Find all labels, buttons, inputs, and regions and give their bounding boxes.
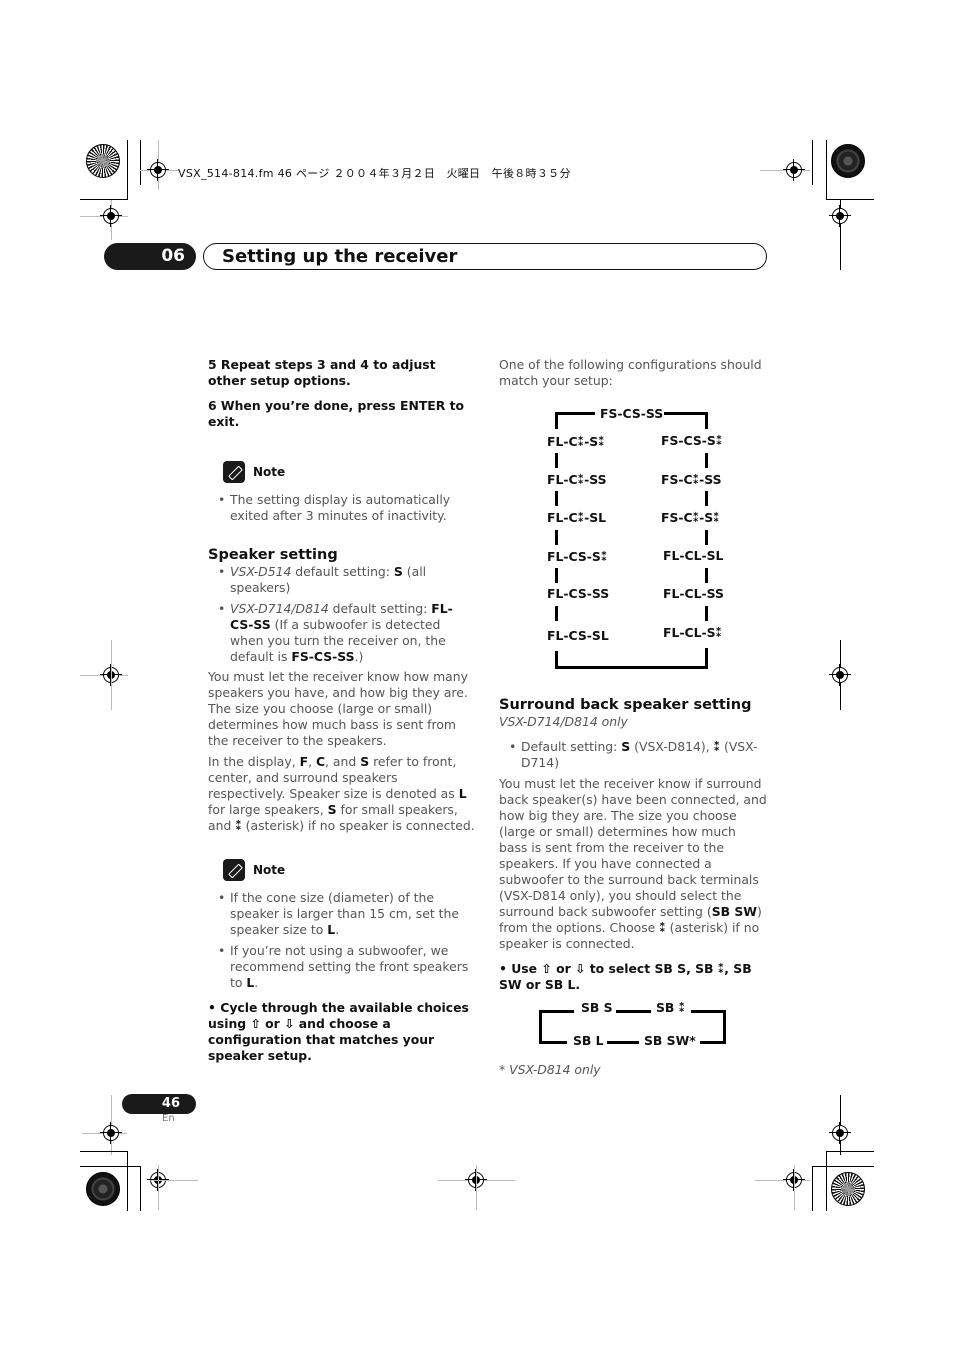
cycle-instruction: • Cycle through the available choices us… xyxy=(208,1000,469,1063)
surround-back-default: Default setting: S (VSX-D814), ⁑ (VSX-D7… xyxy=(499,739,767,771)
diagram-connector xyxy=(555,530,558,545)
footnote: * VSX-D814 only xyxy=(499,1062,601,1077)
speaker-setting-heading: Speaker setting xyxy=(208,547,338,563)
note-label: Note xyxy=(253,465,286,479)
diagram-connector xyxy=(705,491,708,506)
step-5: 5 Repeat steps 3 and 4 to adjust other s… xyxy=(208,357,436,388)
config-right-item: FL-CL-S⁑ xyxy=(663,625,723,640)
diagram-connector xyxy=(705,530,708,545)
config-right-item: FS-C⁑-S⁑ xyxy=(661,510,720,525)
sb-option: SB L xyxy=(573,1033,604,1048)
diagram-connector xyxy=(691,1010,726,1013)
note-heading: Note xyxy=(223,461,476,483)
left-column: 5 Repeat steps 3 and 4 to adjust other s… xyxy=(208,357,476,1064)
speaker-setting-paragraph: You must let the receiver know how many … xyxy=(208,669,468,748)
registration-mark xyxy=(147,159,169,181)
surround-back-section: Surround back speaker setting VSX-D714/D… xyxy=(499,696,767,993)
page-language: En xyxy=(162,1113,175,1124)
diagram-connector xyxy=(705,606,708,621)
print-header: VSX_514-814.fm 46 ページ ２００４年３月２日 火曜日 午後８時… xyxy=(178,167,571,180)
diagram-connector xyxy=(723,1010,726,1044)
diagram-connector xyxy=(555,412,595,415)
registration-wheel-bottom-right xyxy=(831,1172,865,1206)
page-number: 46 xyxy=(122,1094,196,1114)
config-left-item: FL-CS-SL xyxy=(547,628,609,643)
pencil-note-icon xyxy=(223,461,245,483)
config-right-item: FL-CL-SL xyxy=(663,548,724,563)
diagram-connector xyxy=(555,568,558,583)
diagram-connector xyxy=(555,491,558,506)
diagram-connector xyxy=(705,453,708,468)
pencil-note-icon xyxy=(223,859,245,881)
diagram-connector xyxy=(555,606,558,621)
sb-option: SB S xyxy=(581,1000,613,1015)
surround-back-paragraph: You must let the receiver know if surrou… xyxy=(499,776,767,951)
surround-back-subtitle: VSX-D714/D814 only xyxy=(499,714,628,729)
diagram-connector xyxy=(664,412,708,415)
registration-mark xyxy=(100,205,122,227)
diagram-connector xyxy=(539,1010,542,1044)
diagram-connector xyxy=(607,1041,639,1044)
registration-mark xyxy=(829,664,851,686)
config-top: FS-CS-SS xyxy=(600,406,664,421)
default-setting-d514: VSX-D514 default setting: S (all speaker… xyxy=(208,564,476,596)
diagram-connector xyxy=(555,412,558,429)
config-right-item: FS-C⁑-SS xyxy=(661,472,722,487)
diagram-connector xyxy=(555,666,708,669)
note-item-subwoofer: If you’re not using a subwoofer, we reco… xyxy=(208,943,476,991)
registration-mark xyxy=(829,1122,851,1144)
default-setting-d714-d814: VSX-D714/D814 default setting: FL-CS-SS … xyxy=(208,601,476,665)
note-item-cone-size: If the cone size (diameter) of the speak… xyxy=(208,890,476,938)
config-left-item: FL-CS-SS xyxy=(547,586,610,601)
intro-text: One of the following configurations shou… xyxy=(499,357,762,388)
config-left-item: FL-C⁑-SS xyxy=(547,472,607,487)
config-right-item: FL-CL-SS xyxy=(663,586,724,601)
registration-mark xyxy=(783,159,805,181)
chapter-title: Setting up the receiver xyxy=(203,243,767,270)
registration-mark xyxy=(100,1122,122,1144)
step-6: 6 When you’re done, press ENTER to exit. xyxy=(208,398,465,429)
sb-option: SB ⁑ xyxy=(656,1000,686,1015)
diagram-connector xyxy=(539,1041,567,1044)
registration-wheel-top-right xyxy=(831,144,865,178)
diagram-connector xyxy=(616,1010,651,1013)
note-heading-2: Note xyxy=(223,859,476,881)
surround-back-heading: Surround back speaker setting xyxy=(499,697,752,713)
diagram-connector xyxy=(705,412,708,429)
diagram-connector xyxy=(539,1010,574,1013)
speaker-display-paragraph: In the display, F, C, and S refer to fro… xyxy=(208,754,475,833)
surround-back-instruction: • Use ⇧ or ⇩ to select SB S, SB ⁑, SB SW… xyxy=(499,961,752,992)
config-left-item: FL-CS-S⁑ xyxy=(547,549,608,564)
note-label: Note xyxy=(253,863,286,877)
diagram-connector xyxy=(555,453,558,468)
sb-option: SB SW* xyxy=(644,1033,696,1048)
config-left-item: FL-C⁑-S⁑ xyxy=(547,434,605,449)
note-item: The setting display is automatically exi… xyxy=(208,492,476,524)
registration-wheel-bottom-left xyxy=(86,1172,120,1206)
config-left-item: FL-C⁑-SL xyxy=(547,510,607,525)
registration-mark xyxy=(829,205,851,227)
registration-wheel-top-left xyxy=(86,144,120,178)
chapter-number: 06 xyxy=(104,243,196,270)
config-right-item: FS-CS-S⁑ xyxy=(661,433,723,448)
diagram-connector xyxy=(705,568,708,583)
